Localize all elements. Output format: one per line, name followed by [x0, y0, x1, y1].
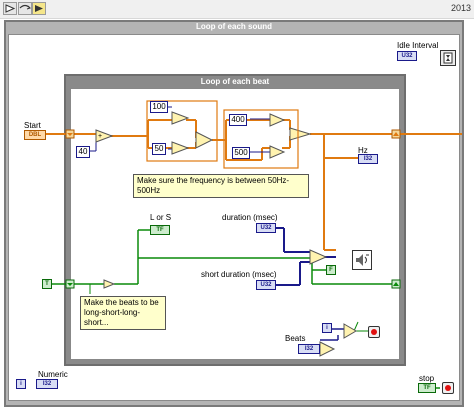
beats-label: Beats [285, 334, 306, 343]
constant-100[interactable]: 100 [150, 101, 168, 113]
constant-50[interactable]: 50 [152, 143, 166, 155]
svg-text:+: + [98, 133, 102, 140]
duration-control[interactable]: U32 [256, 223, 276, 233]
frequency-comment: Make sure the frequency is between 50Hz-… [133, 174, 309, 198]
stop-condition-icon[interactable] [368, 326, 380, 338]
outer-stop-condition-icon[interactable] [442, 382, 454, 394]
wait-timer-icon[interactable] [440, 50, 456, 66]
wire-layer: + [46, 52, 462, 389]
l-or-s-label: L or S [150, 213, 172, 222]
numeric-indicator[interactable]: I32 [36, 379, 58, 389]
hz-indicator[interactable]: I32 [358, 154, 378, 164]
true-constant[interactable]: T [42, 279, 52, 289]
short-duration-label: short duration (msec) [201, 270, 277, 279]
start-control[interactable]: DBL [24, 130, 46, 140]
idle-interval-control[interactable]: U32 [397, 51, 417, 61]
constant-500[interactable]: 500 [232, 147, 250, 159]
duration-label: duration (msec) [222, 213, 278, 222]
start-label: Start [24, 121, 41, 130]
beep-sound-icon[interactable] [352, 250, 372, 270]
stop-control[interactable]: TF [418, 383, 436, 393]
beats-comment: Make the beats to be long-short-long-sho… [80, 296, 166, 330]
outer-iteration-terminal: i [16, 379, 26, 389]
beats-control[interactable]: I32 [298, 344, 320, 354]
constant-400[interactable]: 400 [229, 114, 247, 126]
short-duration-control[interactable]: U32 [256, 280, 276, 290]
stop-label: stop [419, 374, 435, 383]
constant-40[interactable]: 40 [76, 146, 90, 158]
l-or-s-indicator[interactable]: TF [150, 225, 170, 235]
false-constant[interactable]: F [326, 265, 336, 275]
iteration-terminal: i [322, 323, 332, 333]
numeric-label: Numeric [38, 370, 68, 379]
idle-interval-label: Idle Interval [397, 41, 439, 50]
